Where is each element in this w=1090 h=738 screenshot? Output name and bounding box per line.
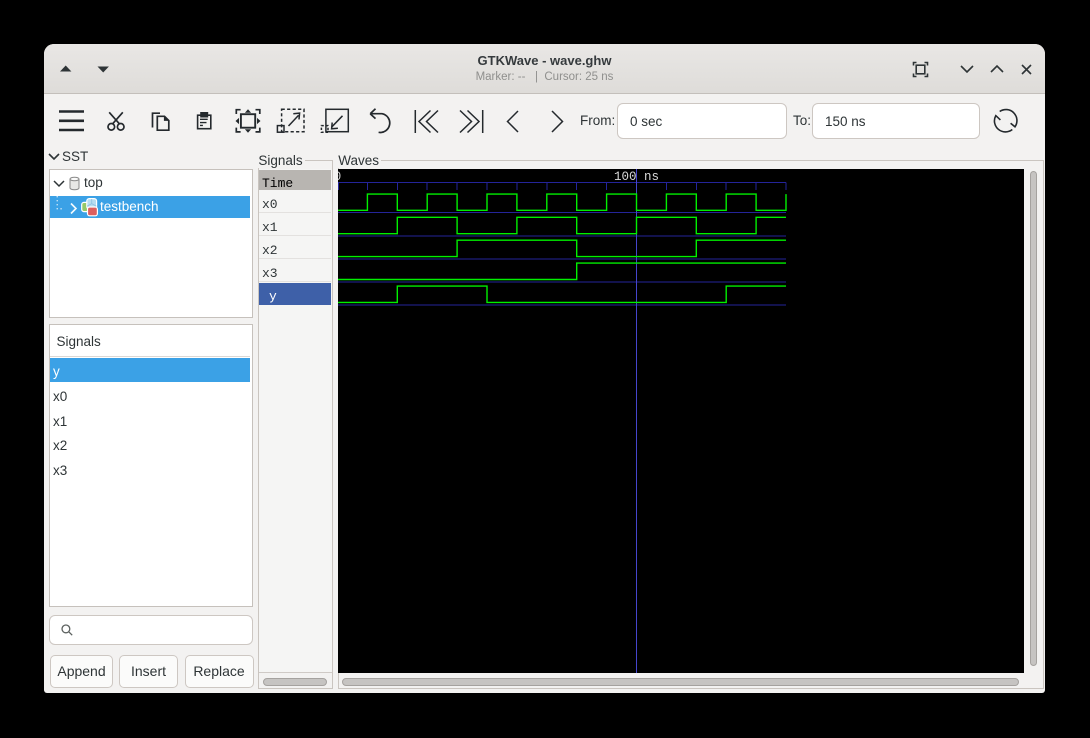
svg-text:0: 0: [338, 170, 341, 184]
svg-text:100 ns: 100 ns: [614, 170, 659, 184]
